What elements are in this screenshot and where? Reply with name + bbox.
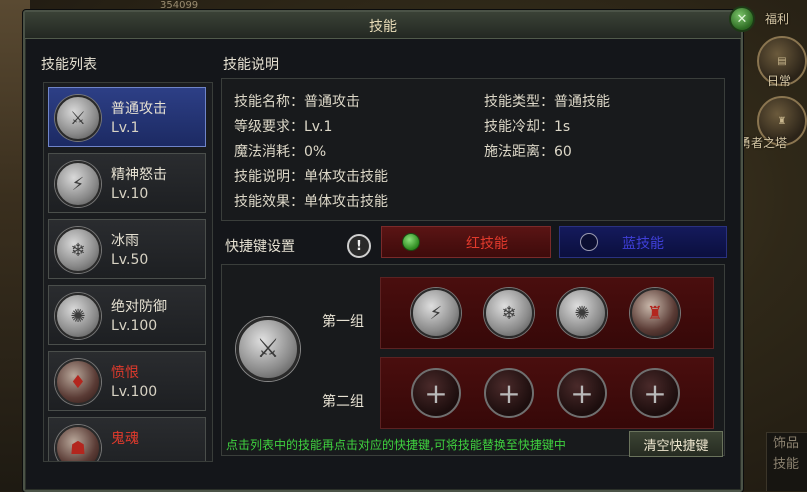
hotkey-group-2: + + + +	[380, 357, 714, 429]
info-name: 技能名称：普通攻击	[234, 94, 360, 110]
info-level-req: 等级要求：Lv.1	[234, 119, 333, 135]
title-bar[interactable]: 技能	[25, 12, 741, 39]
radio-selected-icon	[402, 233, 420, 251]
skill-item-normal-attack[interactable]: ⚔ 普通攻击 Lv.1	[48, 87, 206, 147]
corner-info: 饰品 技能	[766, 432, 807, 491]
hatred-icon: ♦	[55, 359, 101, 405]
close-button[interactable]: ✕	[729, 6, 755, 32]
clear-hotkeys-button[interactable]: 清空快捷键	[629, 431, 723, 457]
skill-name: 普通攻击	[111, 101, 167, 117]
welfare-label[interactable]: 福利	[765, 10, 789, 27]
skill-list[interactable]: ⚔ 普通攻击 Lv.1 ⚡ 精神怒击 Lv.10 ❄ 冰雨 Lv.50 ✺ 绝对…	[43, 82, 213, 462]
skill-name: 冰雨	[111, 233, 139, 249]
ice-rain-icon: ❄	[55, 227, 101, 273]
tab-blue-skills[interactable]: 蓝技能	[559, 226, 727, 258]
shield-swirl-icon: ✺	[55, 293, 101, 339]
info-mana: 魔法消耗：0%	[234, 144, 327, 160]
group1-label: 第一组	[322, 314, 364, 330]
hotkey-hint: 点击列表中的技能再点击对应的快捷键,可将技能替换至快捷键中	[226, 438, 566, 452]
slot-plus-icon[interactable]: +	[557, 368, 607, 418]
slot-demon-icon[interactable]: ♜	[630, 288, 680, 338]
skill-name: 鬼魂	[111, 431, 139, 447]
info-description: 技能说明：单体攻击技能	[234, 169, 388, 185]
slot-lightning-icon[interactable]: ⚡	[411, 288, 461, 338]
selected-skill-sword-icon[interactable]: ⚔	[236, 317, 300, 381]
tab-red-skills[interactable]: 红技能	[381, 226, 551, 258]
tab-red-label: 红技能	[466, 236, 508, 252]
group2-label: 第二组	[322, 394, 364, 410]
skill-name: 愤恨	[111, 365, 139, 381]
corner-line: 饰品	[773, 436, 800, 451]
hud-right: 福利 ▤ 日常 ♜ 勇者之塔 饰品 技能	[737, 0, 807, 491]
slot-shield-swirl-icon[interactable]: ✺	[557, 288, 607, 338]
daily-label: 日常	[767, 74, 792, 88]
tower-icon: ♜	[777, 115, 787, 127]
skill-item-spirit-strike[interactable]: ⚡ 精神怒击 Lv.10	[48, 153, 206, 213]
hotkey-title: 快捷键设置	[225, 239, 295, 255]
info-cooldown: 技能冷却：1s	[484, 119, 571, 135]
info-alert-icon[interactable]: !	[347, 234, 371, 258]
slot-ice-rain-icon[interactable]: ❄	[484, 288, 534, 338]
radio-empty-icon	[580, 233, 598, 251]
skill-level: Lv.50	[111, 252, 149, 268]
sword-icon: ⚔	[55, 95, 101, 141]
slot-plus-icon[interactable]: +	[411, 368, 461, 418]
skill-name: 精神怒击	[111, 167, 167, 183]
skill-info-title: 技能说明	[223, 57, 279, 73]
skill-level: Lv.10	[111, 186, 149, 202]
calendar-icon: ▤	[777, 55, 787, 67]
ghost-icon: ☗	[55, 425, 101, 461]
skill-level: Lv.100	[111, 384, 158, 400]
info-range: 施法距离：60	[484, 144, 572, 160]
skill-level: Lv.100	[111, 318, 158, 334]
tower-label: 勇者之塔	[739, 136, 788, 150]
tab-blue-label: 蓝技能	[622, 236, 664, 252]
skill-level: Lv.1	[111, 120, 140, 136]
skill-item-absolute-defense[interactable]: ✺ 绝对防御 Lv.100	[48, 285, 206, 345]
info-effect: 技能效果：单体攻击技能	[234, 194, 388, 210]
skill-item-hatred[interactable]: ♦ 愤恨 Lv.100	[48, 351, 206, 411]
hotkey-group-1: ⚡ ❄ ✺ ♜	[380, 277, 714, 349]
info-type: 技能类型：普通技能	[484, 94, 610, 110]
skill-item-ice-rain[interactable]: ❄ 冰雨 Lv.50	[48, 219, 206, 279]
skill-info-box: 技能名称：普通攻击 技能类型：普通技能 等级要求：Lv.1 技能冷却：1s 魔法…	[221, 78, 725, 221]
lightning-icon: ⚡	[55, 161, 101, 207]
slot-plus-icon[interactable]: +	[484, 368, 534, 418]
skill-list-title: 技能列表	[41, 57, 97, 73]
window-title: 技能	[369, 19, 397, 35]
close-icon: ✕	[736, 11, 748, 27]
skill-name: 绝对防御	[111, 299, 167, 315]
skill-item-ghost[interactable]: ☗ 鬼魂	[48, 417, 206, 461]
hotkey-area: ⚔ 第一组 ⚡ ❄ ✺ ♜ 第二组 + + + +	[221, 264, 725, 456]
slot-plus-icon[interactable]: +	[630, 368, 680, 418]
skill-window: 技能 ✕ 技能列表 ⚔ 普通攻击 Lv.1 ⚡ 精神怒击 Lv.10 ❄ 冰雨 …	[23, 6, 755, 492]
corner-line: 技能	[773, 457, 800, 472]
